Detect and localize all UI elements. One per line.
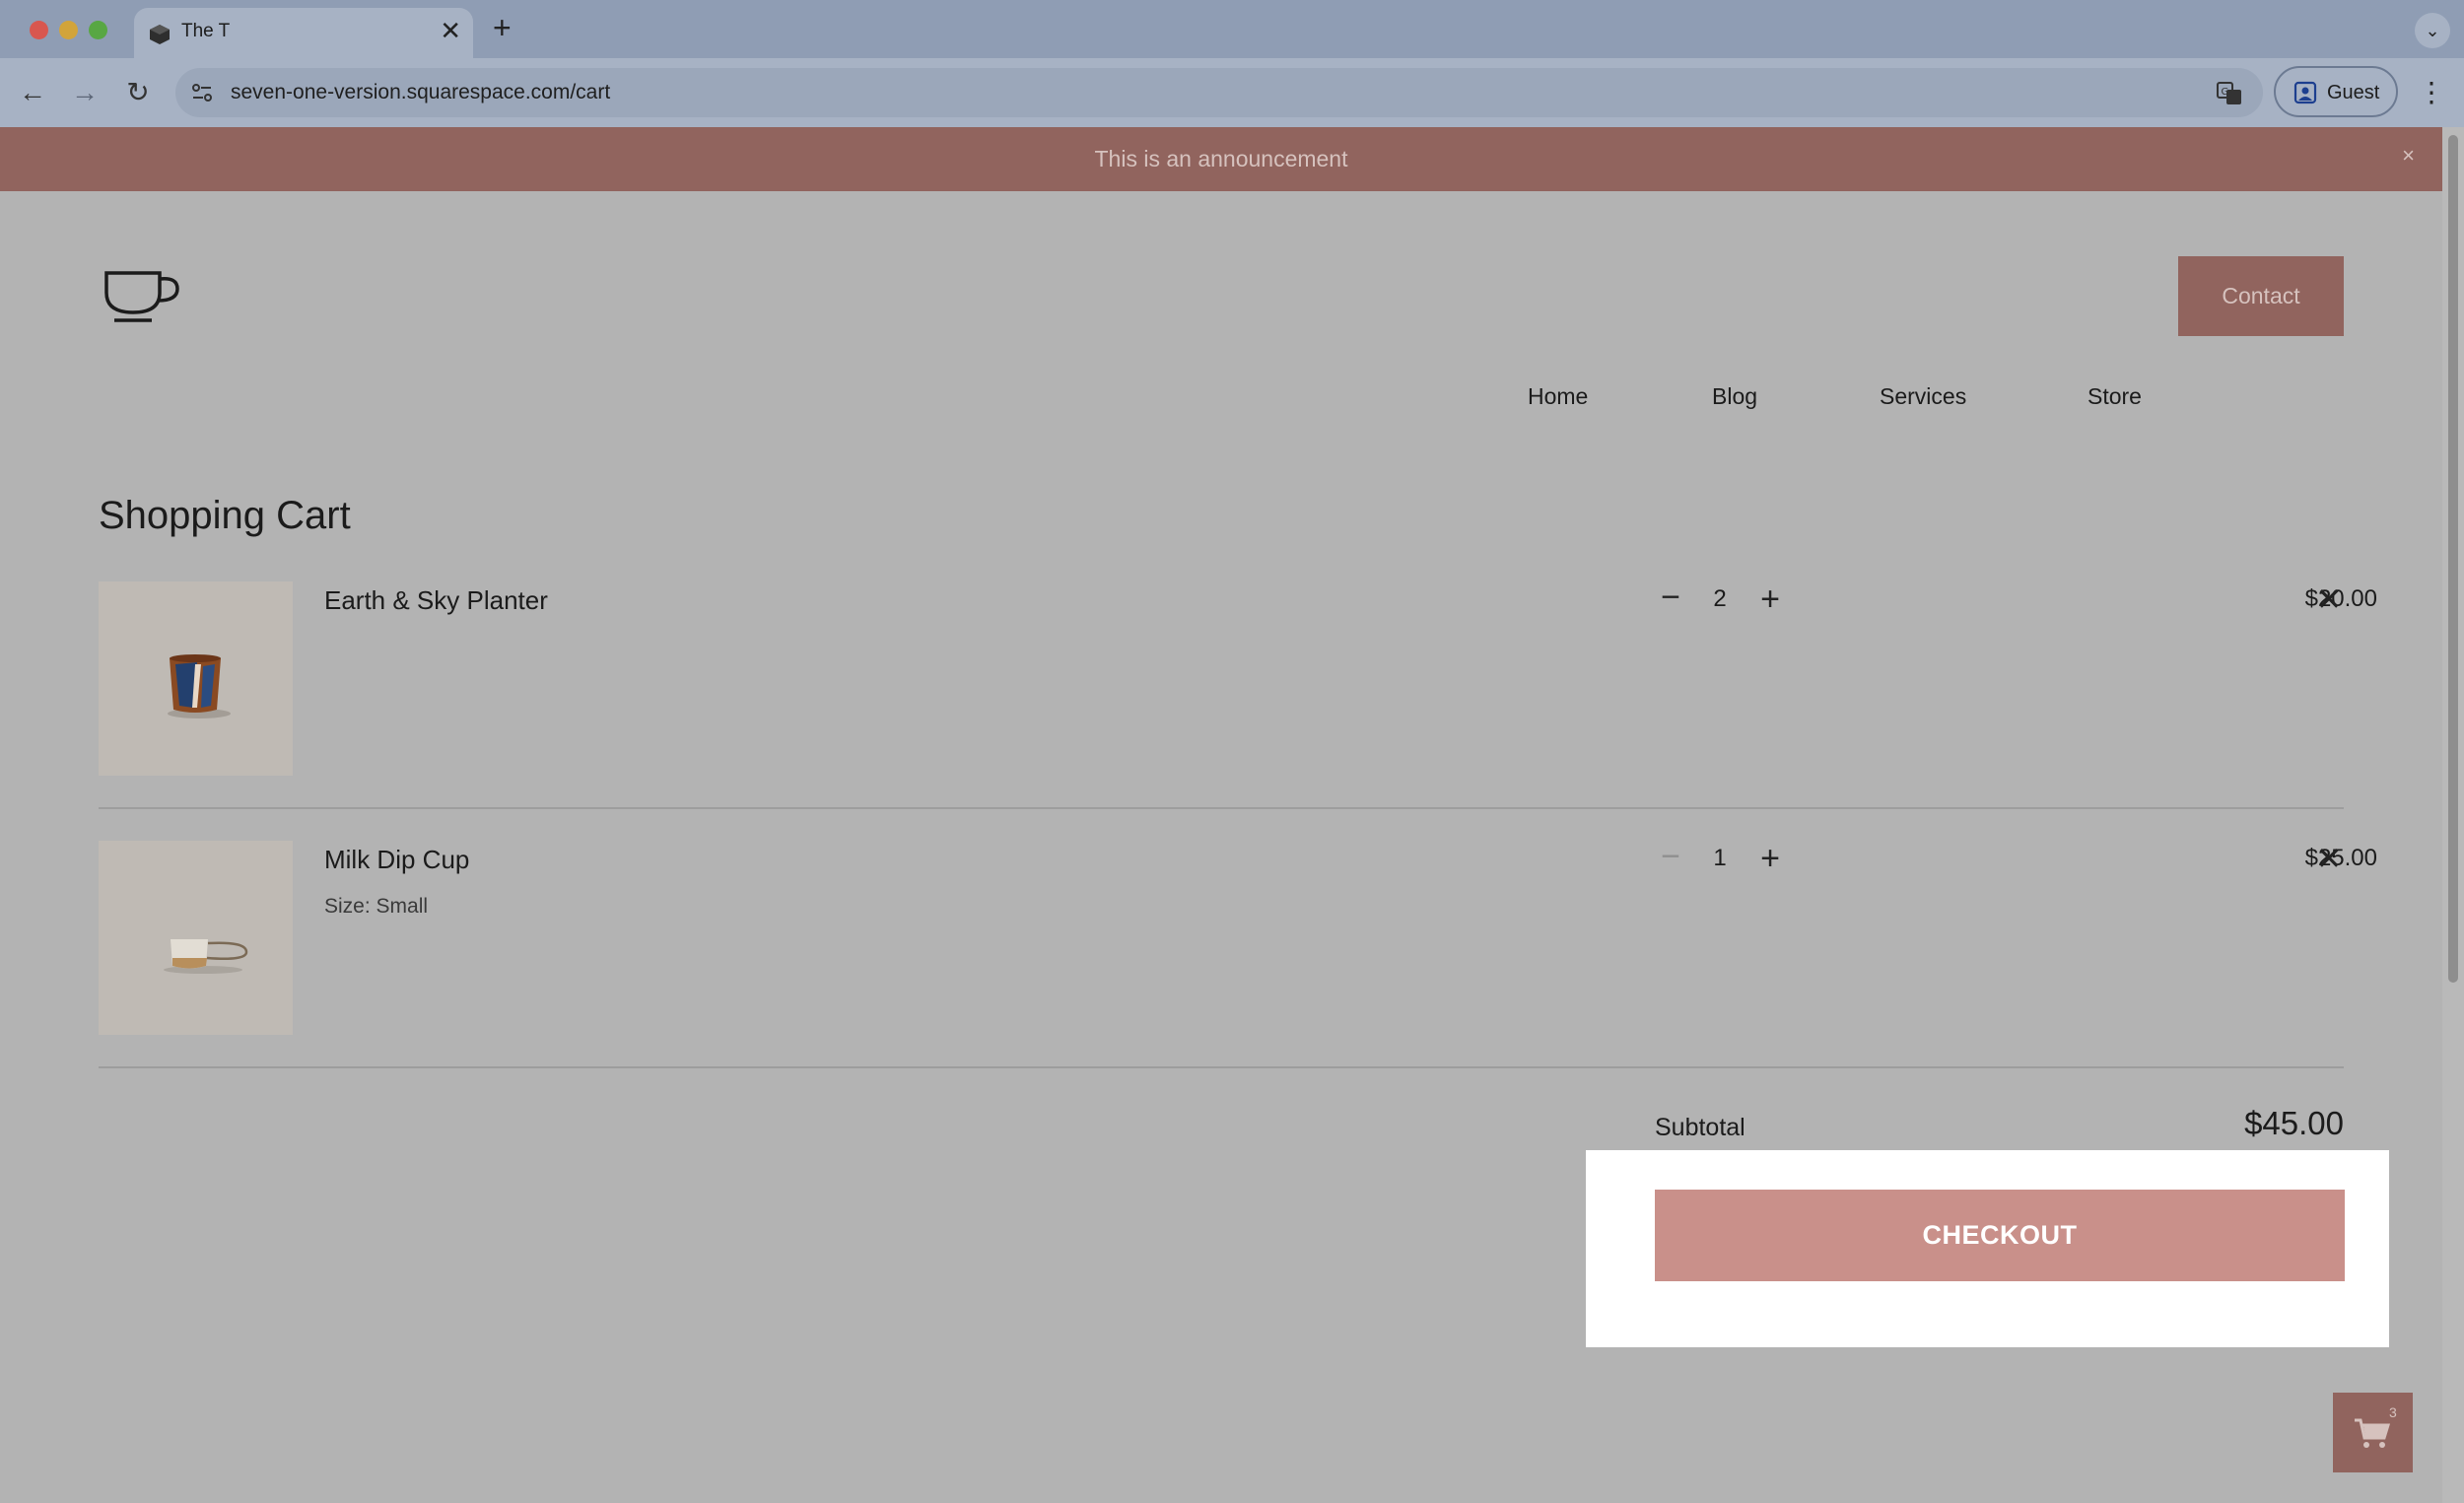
increase-quantity-button[interactable]: + (1752, 581, 1788, 617)
scrollbar-thumb[interactable] (2448, 135, 2458, 983)
window-maximize-button[interactable] (89, 21, 107, 39)
browser-tab[interactable]: The T ✕ (134, 8, 473, 58)
cart-count-badge: 3 (2389, 1404, 2397, 1420)
nav-home[interactable]: Home (1528, 383, 1588, 410)
announcement-text: This is an announcement (1094, 146, 1348, 171)
cart-item: Milk Dip Cup Size: Small − 1 + $25.00 ✕ (99, 840, 2377, 1100)
svg-text:G: G (2222, 87, 2229, 98)
address-bar[interactable]: seven-one-version.squarespace.com/cart G (175, 68, 2263, 117)
profile-button[interactable]: Guest (2274, 66, 2398, 117)
new-tab-button[interactable]: + (493, 12, 512, 43)
decrease-quantity-button[interactable]: − (1653, 840, 1688, 876)
announcement-bar[interactable]: This is an announcement × (0, 127, 2442, 191)
page-scrollbar[interactable] (2442, 127, 2464, 1503)
item-option: Size: Small (324, 895, 429, 918)
browser-tab-bar: The T ✕ + ⌄ (0, 0, 2464, 58)
nav-store[interactable]: Store (2088, 383, 2142, 410)
translate-icon[interactable]: G (2216, 80, 2243, 107)
increase-quantity-button[interactable]: + (1752, 841, 1788, 876)
quantity-value: 2 (1713, 585, 1727, 612)
url-text[interactable]: seven-one-version.squarespace.com/cart (231, 81, 610, 104)
product-image[interactable] (99, 581, 293, 776)
reload-button[interactable]: ↻ (120, 75, 156, 110)
checkout-panel: CHECKOUT (1586, 1150, 2389, 1347)
cart-button[interactable]: 3 (2333, 1393, 2413, 1472)
close-icon[interactable]: × (2402, 127, 2415, 184)
checkout-button[interactable]: CHECKOUT (1655, 1190, 2345, 1281)
subtotal-value: $45.00 (2244, 1105, 2344, 1141)
quantity-value: 1 (1713, 845, 1727, 871)
subtotal-label: Subtotal (1655, 1114, 1745, 1141)
shopping-cart-icon (2355, 1418, 2391, 1448)
tab-search-button[interactable]: ⌄ (2415, 13, 2450, 48)
tab-title: The T (181, 21, 231, 41)
item-name[interactable]: Earth & Sky Planter (324, 585, 548, 616)
back-button[interactable]: ← (15, 75, 50, 110)
item-name[interactable]: Milk Dip Cup (324, 845, 469, 875)
browser-toolbar: ← → ↻ seven-one-version.squarespace.com/… (0, 58, 2464, 127)
person-icon (2293, 81, 2317, 104)
remove-item-icon[interactable]: ✕ (2311, 841, 2347, 876)
tune-icon[interactable] (189, 80, 215, 105)
page-content: This is an announcement × Home Blog Serv… (0, 127, 2442, 1503)
cart-item: Earth & Sky Planter − 2 + $20.00 ✕ (99, 581, 2377, 841)
remove-item-icon[interactable]: ✕ (2311, 581, 2347, 617)
decrease-quantity-button[interactable]: − (1653, 581, 1688, 617)
forward-button[interactable]: → (67, 75, 103, 110)
divider (99, 1066, 2344, 1068)
window-close-button[interactable] (30, 21, 48, 39)
nav-services[interactable]: Services (1880, 383, 1966, 410)
divider (99, 807, 2344, 809)
cube-icon (150, 25, 170, 44)
product-image[interactable] (99, 841, 293, 1035)
tab-close-icon[interactable]: ✕ (440, 18, 461, 43)
page-title: Shopping Cart (99, 494, 351, 537)
browser-menu-icon[interactable]: ⋮ (2417, 73, 2446, 112)
contact-button[interactable]: Contact (2178, 256, 2344, 336)
coffee-cup-icon[interactable] (101, 265, 181, 326)
nav-blog[interactable]: Blog (1712, 383, 1757, 410)
profile-label: Guest (2327, 82, 2380, 103)
window-minimize-button[interactable] (59, 21, 78, 39)
